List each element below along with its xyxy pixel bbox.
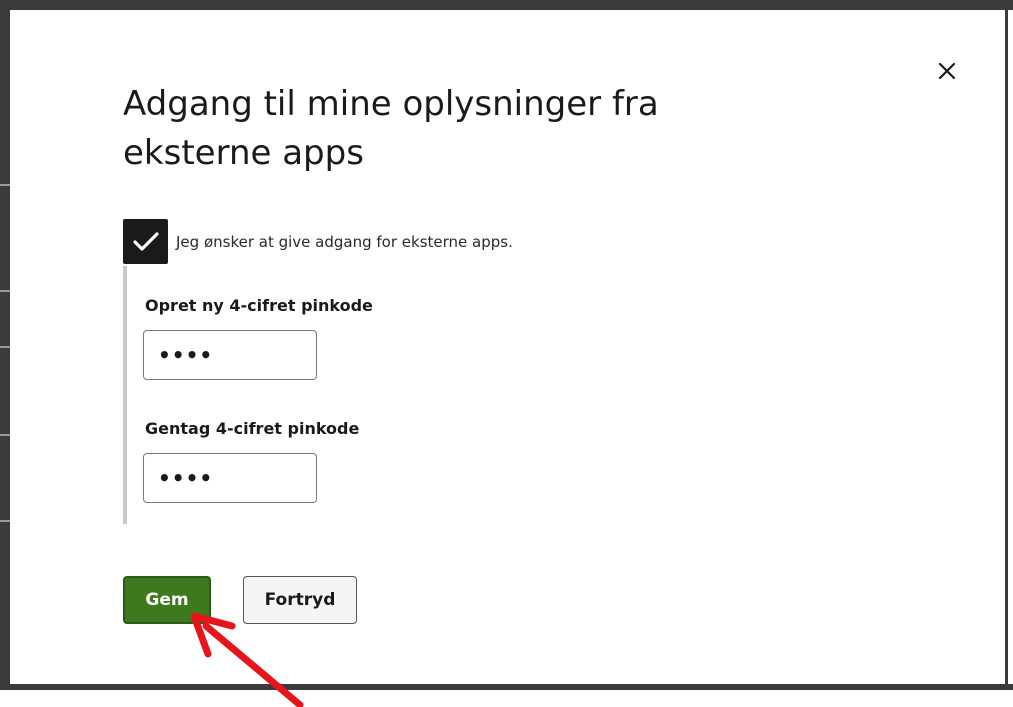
new-pin-label: Opret ny 4-cifret pinkode xyxy=(145,296,373,315)
dialog-title: Adgang til mine oplysninger fra eksterne… xyxy=(123,84,659,173)
background-tick xyxy=(0,290,10,292)
window-frame-bottom xyxy=(0,684,1013,690)
annotation-arrow-icon xyxy=(190,612,304,707)
background-tick xyxy=(0,184,10,186)
pin-group-indicator xyxy=(123,266,127,524)
window-frame-right xyxy=(1005,0,1008,690)
repeat-pin-input[interactable] xyxy=(143,453,317,503)
window-frame-top xyxy=(0,0,1013,10)
checkmark-icon xyxy=(132,231,159,251)
consent-checkbox[interactable] xyxy=(123,219,168,264)
background-tick xyxy=(0,434,10,436)
background-tick xyxy=(0,520,10,522)
close-icon xyxy=(938,62,956,80)
window-frame-left xyxy=(0,0,10,690)
repeat-pin-label: Gentag 4-cifret pinkode xyxy=(145,419,360,438)
consent-label: Jeg ønsker at give adgang for eksterne a… xyxy=(176,232,513,251)
new-pin-input[interactable] xyxy=(143,330,317,380)
background-tick xyxy=(0,346,10,348)
consent-row: Jeg ønsker at give adgang for eksterne a… xyxy=(123,218,513,265)
close-button[interactable] xyxy=(930,54,964,88)
